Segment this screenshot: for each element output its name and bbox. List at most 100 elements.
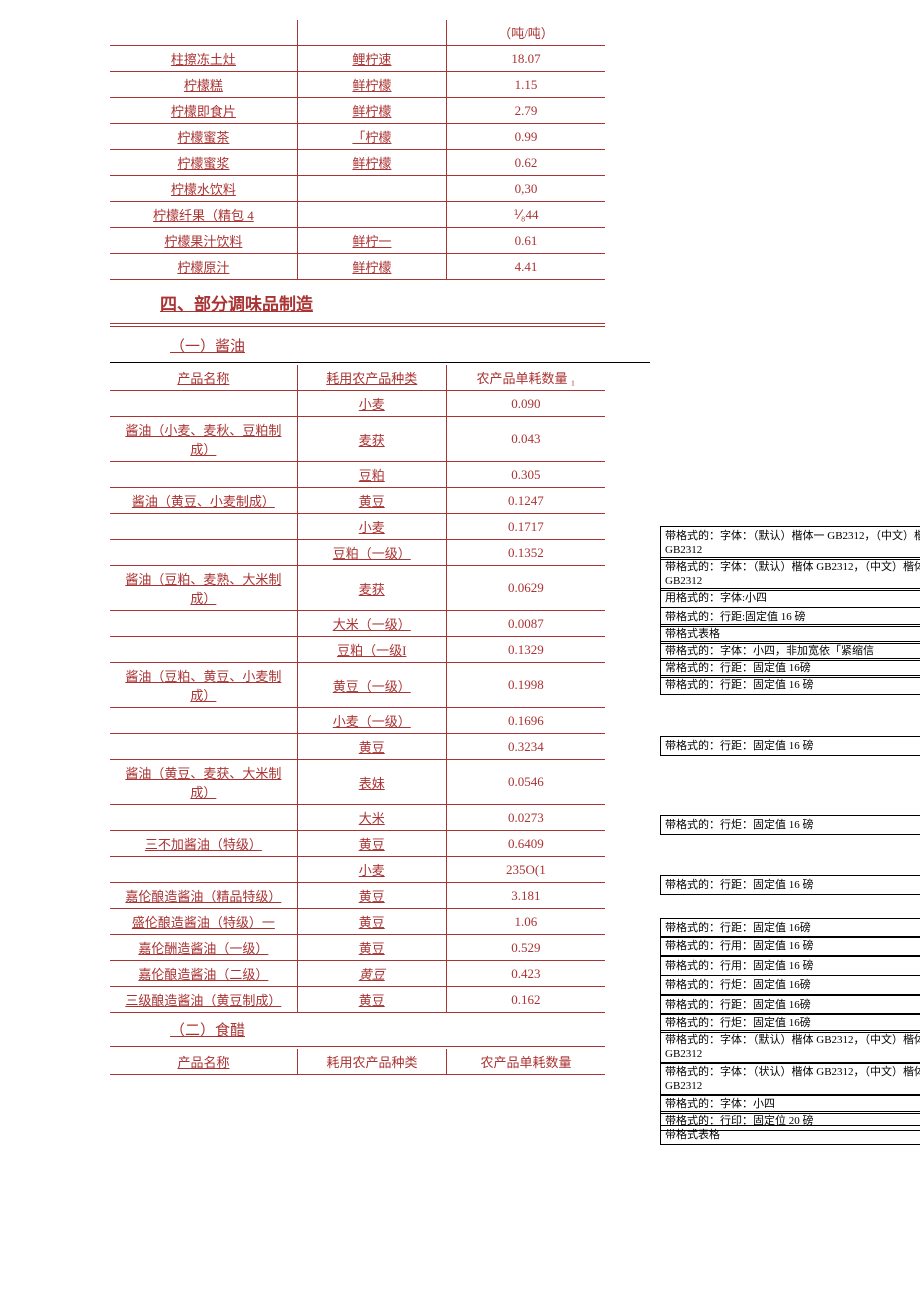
table-row: 小麦（一级）0.1696 <box>110 708 605 734</box>
table-row: 柱擦冻土灶鲤柠速18.07 <box>110 46 605 72</box>
cell-ingredient: 麦获 <box>297 417 446 462</box>
cell-value: 0.305 <box>446 462 605 488</box>
cell-ingredient: 豆粕（一级I <box>297 637 446 663</box>
cell-ingredient: 小麦（一级） <box>297 708 446 734</box>
cell-value: 1.06 <box>446 909 605 935</box>
cell-ingredient <box>297 202 446 228</box>
format-note: 带格式的：行距：固定值 16 磅 <box>660 736 920 756</box>
cell-value: 0.1998 <box>446 663 605 708</box>
cell-ingredient: 黄豆 <box>297 935 446 961</box>
col-product-name: 产品名称 <box>110 365 297 391</box>
format-note: 带格式的：行炬：固定值 16磅 <box>660 975 920 995</box>
cell-value: 0,30 <box>447 176 605 202</box>
format-note: 用格式的：字体:小四 <box>660 588 920 608</box>
cell-product <box>110 611 297 637</box>
format-note: 带格式的：行距：固定值 16 磅 <box>660 675 920 695</box>
table-row: 柠檬蜜浆鲜柠檬0.62 <box>110 150 605 176</box>
format-note: 带格式的：行用：固定值 16 磅 <box>660 936 920 956</box>
cell-product: 柠檬即食片 <box>110 98 297 124</box>
format-note: 带格式的：字体：（默认）楷体一 GB2312，（中文）楷体GB2312 <box>660 526 920 560</box>
cell-product: 酱油（黄豆、小麦制成） <box>110 488 297 514</box>
cell-value: 0.3234 <box>446 734 605 760</box>
cell-product <box>110 391 297 417</box>
cell-product <box>110 637 297 663</box>
cell-product <box>110 857 297 883</box>
cell-value: 0.162 <box>446 987 605 1013</box>
table-row: 柠檬果汁饮料鲜柠一0.61 <box>110 228 605 254</box>
cell-ingredient: 大米（一级） <box>297 611 446 637</box>
cell-product <box>110 540 297 566</box>
table-row: 酱油（小麦、麦秋、豆粕制成）麦获0.043 <box>110 417 605 462</box>
cell-value: 3.181 <box>446 883 605 909</box>
table-row: 三级酿造酱油（黄豆制成）黄豆0.162 <box>110 987 605 1013</box>
cell-ingredient: 表妹 <box>297 760 446 805</box>
table-row: 酱油（豆粕、麦熟、大米制成）麦获0.0629 <box>110 566 605 611</box>
table-row: 柠檬蜜茶「柠檬0.99 <box>110 124 605 150</box>
cell-value: 0.0546 <box>446 760 605 805</box>
cell-value: 0.0273 <box>446 805 605 831</box>
cell-ingredient: 麦获 <box>297 566 446 611</box>
cell-product: 三级酿造酱油（黄豆制成） <box>110 987 297 1013</box>
cell-value: 0.1329 <box>446 637 605 663</box>
table-row: 柠檬原汁鲜柠檬4.41 <box>110 254 605 280</box>
format-note: 带格式的：行炬：固定值 16 磅 <box>660 815 920 835</box>
table-row: 柠檬纤果（精包 4⅟₈44 <box>110 202 605 228</box>
cell-product: 嘉伦酿造酱油（二级） <box>110 961 297 987</box>
col-consumption-qty: 农产品单耗数量 <box>447 1049 605 1075</box>
table-row: 酱油（黄豆、小麦制成）黄豆0.1247 <box>110 488 605 514</box>
format-note: 带格式的：字体：（默认）楷体 GB2312，（中文）楷体GB2312 <box>660 557 920 591</box>
col-ingredient-type: 耗用农产品种类 <box>297 1049 446 1075</box>
table-row: 嘉伦酬造酱油（一级）黄豆0.529 <box>110 935 605 961</box>
cell-value: 0.043 <box>446 417 605 462</box>
subsection-heading-2: （二）食醋 <box>110 1013 605 1044</box>
cell-product: 柠檬糕 <box>110 72 297 98</box>
table-row: 酱油（黄豆、麦获、大米制成）表妹0.0546 <box>110 760 605 805</box>
format-note: 带格式表格 <box>660 1125 920 1145</box>
table-row: 柠檬即食片鲜柠檬2.79 <box>110 98 605 124</box>
cell-ingredient: 鲜柠檬 <box>297 150 446 176</box>
table-soy-sauce: 产品名称 耗用农产品种类 农产品单耗数量 ₁ 小麦0.090酱油（小麦、麦秋、豆… <box>110 365 605 1013</box>
cell-ingredient: 豆粕（一级） <box>297 540 446 566</box>
table-row: 大米0.0273 <box>110 805 605 831</box>
cell-product: 柠檬蜜浆 <box>110 150 297 176</box>
cell-ingredient: 鲤柠速 <box>297 46 446 72</box>
cell-value: 0.61 <box>447 228 605 254</box>
format-note: 带格式的：字体：（状认）楷体 GB2312，（中文）楷体GB2312 <box>660 1062 920 1096</box>
table-row: 小麦0.1717 <box>110 514 605 540</box>
cell-product <box>110 805 297 831</box>
cell-ingredient: 鲜柠檬 <box>297 98 446 124</box>
cell-product: 酱油（豆粕、麦熟、大米制成） <box>110 566 297 611</box>
cell-ingredient: 黄豆 <box>297 734 446 760</box>
cell-product: 嘉伦酿造酱油（精品特级） <box>110 883 297 909</box>
cell-value: 0.090 <box>446 391 605 417</box>
cell-product <box>110 708 297 734</box>
cell-product: 柠檬原汁 <box>110 254 297 280</box>
table-row: 豆粕0.305 <box>110 462 605 488</box>
cell-value: 0.1247 <box>446 488 605 514</box>
col-ingredient-type: 耗用农产品种类 <box>297 365 446 391</box>
main-content: （吨/吨） 柱擦冻土灶鲤柠速18.07柠檬糕鲜柠檬1.15柠檬即食片鲜柠檬2.7… <box>110 20 605 1075</box>
table-row: 柠檬糕鲜柠檬1.15 <box>110 72 605 98</box>
table-row: 小麦0.090 <box>110 391 605 417</box>
cell-value: 4.41 <box>447 254 605 280</box>
table-lemon-products: （吨/吨） 柱擦冻土灶鲤柠速18.07柠檬糕鲜柠檬1.15柠檬即食片鲜柠檬2.7… <box>110 20 605 280</box>
cell-value: 2.79 <box>447 98 605 124</box>
table-row: 小麦235O(1 <box>110 857 605 883</box>
col-consumption-qty: 农产品单耗数量 ₁ <box>446 365 605 391</box>
cell-value: 235O(1 <box>446 857 605 883</box>
cell-ingredient: 小麦 <box>297 514 446 540</box>
table-row: （吨/吨） <box>110 20 605 46</box>
cell-product: 嘉伦酬造酱油（一级） <box>110 935 297 961</box>
cell-product: 酱油（小麦、麦秋、豆粕制成） <box>110 417 297 462</box>
cell-ingredient: 黄豆 <box>297 831 446 857</box>
cell-value: 0.1696 <box>446 708 605 734</box>
table-row: 盛伦酿造酱油（特级）一黄豆1.06 <box>110 909 605 935</box>
cell-ingredient: 鲜柠檬 <box>297 72 446 98</box>
cell-value: 0.423 <box>446 961 605 987</box>
cell-product <box>110 514 297 540</box>
cell-value: 1.15 <box>447 72 605 98</box>
table-header-row: 产品名称 耗用农产品种类 农产品单耗数量 <box>110 1049 605 1075</box>
table-row: 嘉伦酿造酱油（二级）黄豆0.423 <box>110 961 605 987</box>
cell-value: 0.6409 <box>446 831 605 857</box>
unit-header: （吨/吨） <box>447 20 605 46</box>
